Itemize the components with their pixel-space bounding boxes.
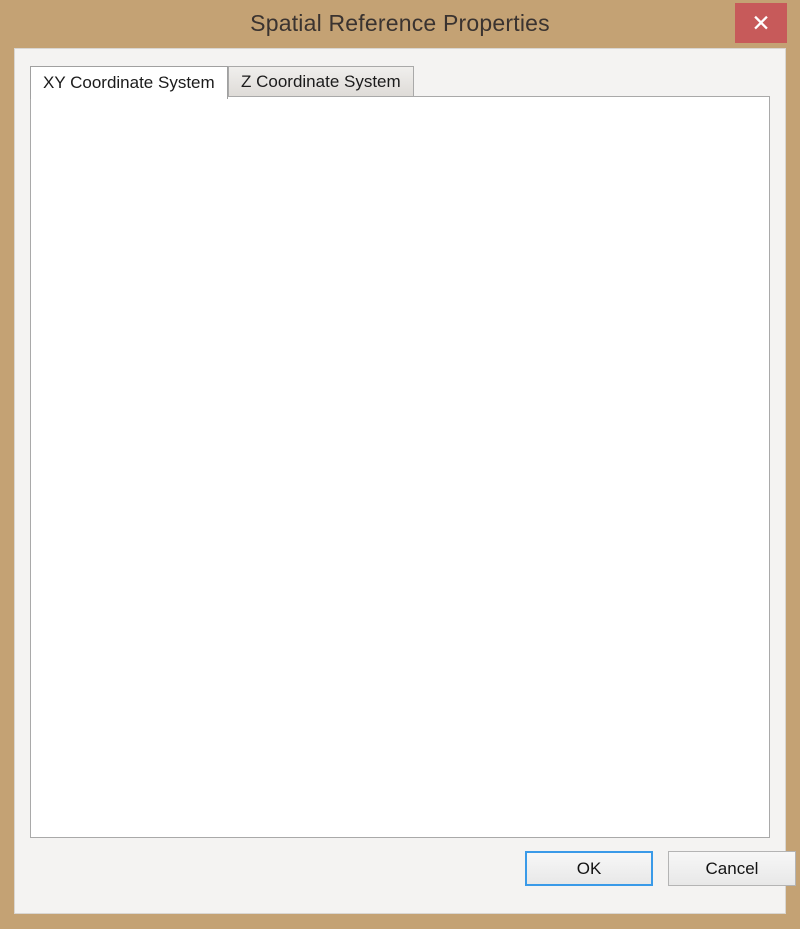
tab-z-label: Z Coordinate System xyxy=(241,72,401,92)
tab-page-xy-coordinate-system xyxy=(30,96,770,838)
window-title: Spatial Reference Properties xyxy=(0,10,800,37)
spatial-reference-properties-window: Spatial Reference Properties ✕ XY Coordi… xyxy=(0,0,800,929)
cancel-button[interactable]: Cancel xyxy=(668,851,796,886)
dialog-client-area: XY Coordinate System Z Coordinate System xyxy=(14,48,786,914)
tab-xy-coordinate-system[interactable]: XY Coordinate System xyxy=(30,66,228,99)
cancel-button-label: Cancel xyxy=(706,859,759,879)
close-button[interactable]: ✕ xyxy=(735,3,787,43)
tab-strip: XY Coordinate System Z Coordinate System xyxy=(30,66,770,97)
close-icon: ✕ xyxy=(751,12,770,35)
tab-xy-label: XY Coordinate System xyxy=(43,73,215,93)
tab-z-coordinate-system[interactable]: Z Coordinate System xyxy=(228,66,414,97)
dialog-footer: OK Cancel xyxy=(30,839,770,899)
ok-button-label: OK xyxy=(577,859,602,879)
ok-button[interactable]: OK xyxy=(525,851,653,886)
title-bar: Spatial Reference Properties ✕ xyxy=(0,0,800,52)
